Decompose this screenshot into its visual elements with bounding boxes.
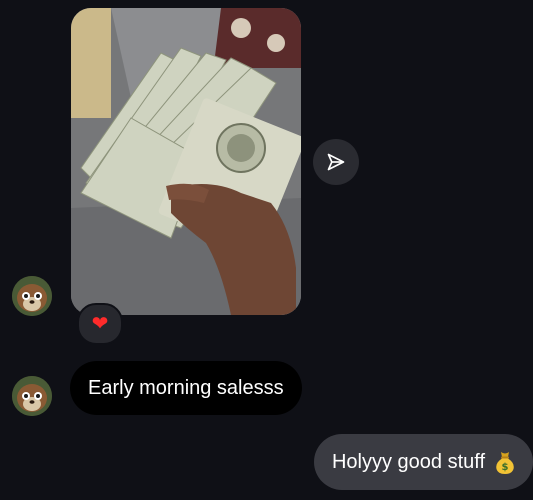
svg-text:$: $ (502, 462, 509, 473)
heart-icon: ❤ (91, 313, 109, 335)
message-text: Holyyy good stuff (331, 451, 485, 473)
chat-thread: ❤ Early morning salesss Holyyy good stuf… (0, 0, 533, 500)
photo-message[interactable] (71, 8, 301, 315)
share-button[interactable] (313, 139, 359, 185)
avatar-image (12, 276, 52, 316)
paper-plane-icon (327, 153, 345, 171)
message-text: Early morning salesss (88, 377, 284, 399)
avatar-image (12, 376, 52, 416)
reaction-badge[interactable]: ❤ (77, 303, 123, 345)
incoming-message-bubble[interactable]: Early morning salesss (70, 361, 302, 415)
sender-avatar[interactable] (12, 276, 52, 316)
money-bag-icon: $ (493, 449, 517, 475)
outgoing-message-bubble[interactable]: Holyyy good stuff $ (313, 434, 533, 490)
money-fan-photo (71, 8, 301, 315)
sender-avatar[interactable] (12, 376, 52, 416)
